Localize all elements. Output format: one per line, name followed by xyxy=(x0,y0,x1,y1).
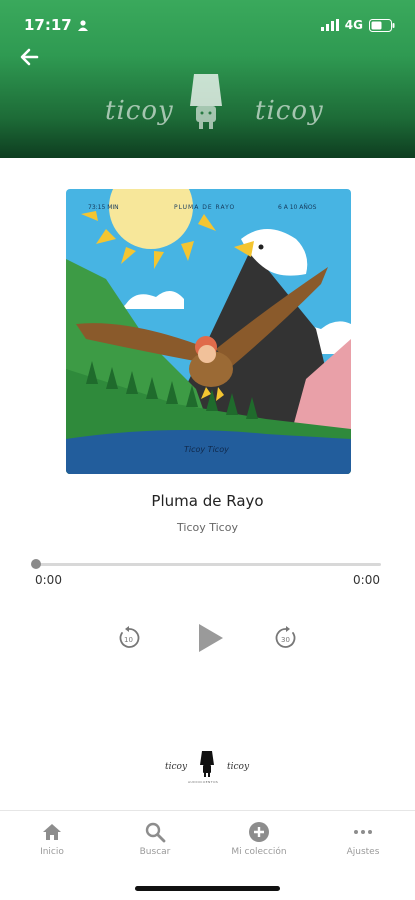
track-title: Pluma de Rayo xyxy=(151,492,264,510)
tab-inicio[interactable]: Inicio xyxy=(2,821,102,857)
tab-label-ajustes: Ajustes xyxy=(346,847,380,857)
cover-age: 6 A 10 AÑOS xyxy=(278,204,317,211)
tab-buscar[interactable]: Buscar xyxy=(105,821,205,857)
app-header: 17:17 4G ticoy ticoy xyxy=(0,0,415,158)
progress-knob[interactable] xyxy=(31,559,41,569)
tab-label-buscar: Buscar xyxy=(139,847,171,857)
forward-30-button[interactable]: 30 xyxy=(273,625,299,651)
cover-duration: 73:15 MIN xyxy=(88,204,119,211)
footer-brand-right: ticoy xyxy=(227,762,250,772)
tab-ajustes[interactable]: Ajustes xyxy=(313,821,413,857)
rewind-seconds: 10 xyxy=(124,636,133,644)
footer-brand-logo: ticoy ticoy AUDIOCUENTOS xyxy=(160,748,255,788)
forward-seconds: 30 xyxy=(281,636,290,644)
status-time: 17:17 xyxy=(24,16,72,34)
album-cover: 73:15 MIN PLUMA DE RAYO 6 A 10 AÑOS Tico… xyxy=(66,189,351,474)
brand-logo: ticoy ticoy xyxy=(0,70,415,140)
lamp-mascot-icon xyxy=(190,74,222,129)
brand-word-right: ticoy xyxy=(255,96,324,126)
network-label: 4G xyxy=(344,18,363,32)
home-icon xyxy=(43,824,61,840)
brand-word-left: ticoy xyxy=(105,96,174,126)
tab-label-mi-coleccion: Mi colección xyxy=(231,847,287,857)
add-circle-icon xyxy=(249,822,269,842)
signal-icon xyxy=(320,19,339,31)
person-icon xyxy=(77,20,88,31)
search-icon xyxy=(145,822,166,843)
track-artist[interactable]: Ticoy Ticoy xyxy=(0,521,415,534)
rewind-10-button[interactable]: 10 xyxy=(116,625,142,651)
footer-brand-left: ticoy xyxy=(165,762,188,772)
battery-icon xyxy=(369,18,395,32)
cover-title: PLUMA DE RAYO xyxy=(174,204,235,211)
home-indicator xyxy=(135,886,280,891)
tab-mi-coleccion[interactable]: Mi colección xyxy=(209,821,309,857)
progress-track[interactable] xyxy=(35,563,381,566)
more-icon xyxy=(354,830,372,834)
play-button[interactable] xyxy=(197,622,225,654)
back-arrow-icon[interactable] xyxy=(17,44,43,70)
cover-brand: Ticoy Ticoy xyxy=(184,445,229,454)
elapsed-time: 0:00 xyxy=(35,573,62,587)
footer-tagline: AUDIOCUENTOS xyxy=(188,780,219,784)
status-bar: 17:17 4G xyxy=(24,14,395,36)
lamp-mascot-small-icon xyxy=(200,751,214,777)
tab-label-inicio: Inicio xyxy=(40,847,64,857)
duration-time: 0:00 xyxy=(353,573,380,587)
